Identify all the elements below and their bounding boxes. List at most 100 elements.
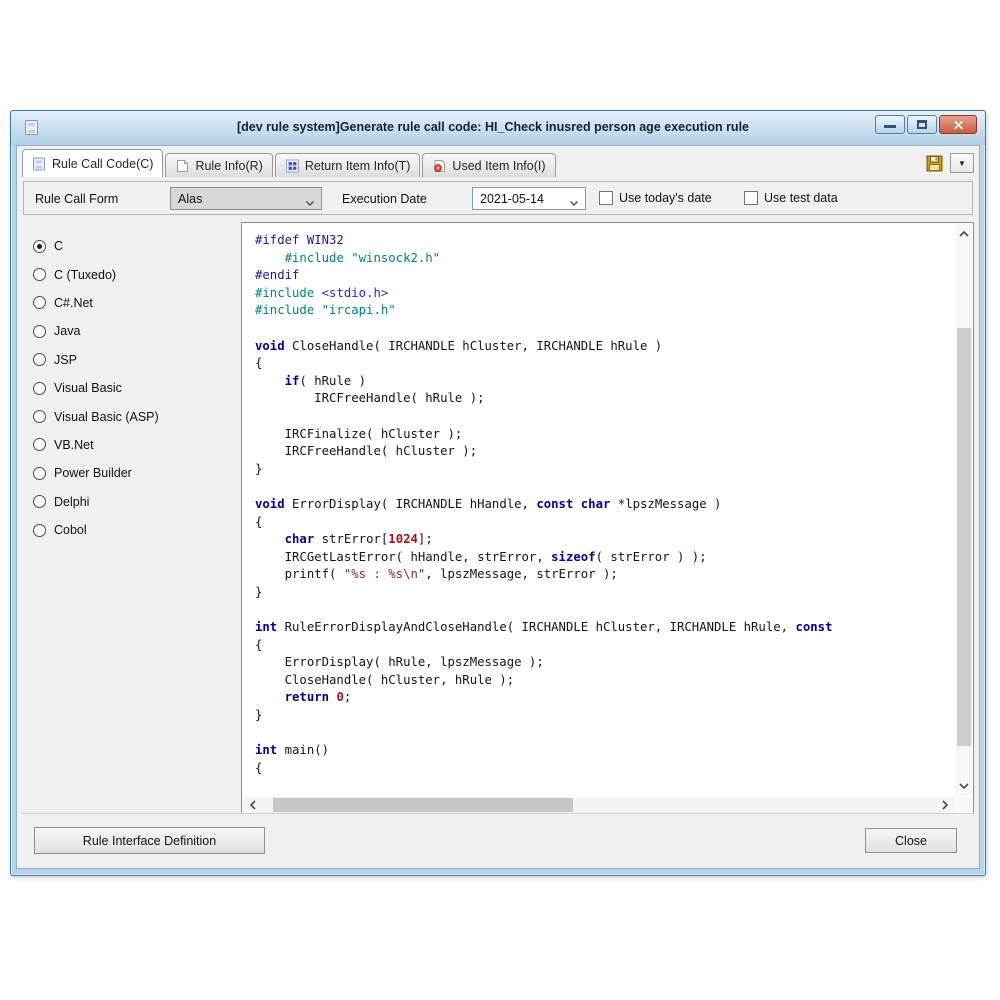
tab-label: Used Item Info(I) <box>452 159 545 173</box>
code-line: { <box>255 355 955 373</box>
tab-bar-right: ▼ <box>926 153 974 177</box>
language-option-power-builder[interactable]: Power Builder <box>33 459 240 487</box>
use-todays-date-label: Use today's date <box>619 191 712 205</box>
tab-return-item-info-t[interactable]: Return Item Info(T) <box>275 153 421 177</box>
document-icon <box>175 159 190 173</box>
code-document-icon <box>32 157 47 171</box>
radio-button[interactable] <box>33 325 46 338</box>
rule-call-form-label: Rule Call Form <box>35 192 118 206</box>
radio-button[interactable] <box>33 438 46 451</box>
language-option-c-net[interactable]: C#.Net <box>33 289 240 317</box>
save-button[interactable] <box>926 155 944 172</box>
language-option-delphi[interactable]: Delphi <box>33 488 240 516</box>
dialog-window: [dev rule system]Generate rule call code… <box>10 110 986 876</box>
use-test-data-label: Use test data <box>764 191 838 205</box>
maximize-icon <box>917 120 927 129</box>
toolbar: Rule Call Form Alas Execution Date 2021-… <box>23 181 973 215</box>
language-option-label: JSP <box>54 353 77 367</box>
code-line: #include "winsock2.h" <box>255 250 955 268</box>
tab-label: Rule Call Code(C) <box>52 157 153 171</box>
use-todays-date-checkbox[interactable] <box>599 191 613 205</box>
close-button[interactable] <box>939 115 977 134</box>
code-line: if( hRule ) <box>255 373 955 391</box>
code-line: #endif <box>255 267 955 285</box>
dropdown-arrow-icon: ▼ <box>958 159 966 168</box>
code-line: char strError[1024]; <box>255 531 955 549</box>
close-dialog-button[interactable]: Close <box>865 828 957 853</box>
code-line: ErrorDisplay( hRule, lpszMessage ); <box>255 654 955 672</box>
horizontal-scrollbar[interactable] <box>243 797 955 813</box>
tab-label: Rule Info(R) <box>195 159 262 173</box>
code-line: return 0; <box>255 689 955 707</box>
language-option-label: Visual Basic <box>54 381 122 395</box>
vertical-scrollbar[interactable] <box>956 224 972 796</box>
language-option-visual-basic-asp[interactable]: Visual Basic (ASP) <box>33 402 240 430</box>
language-list: C C (Tuxedo) C#.Net Java JSP Visual Basic Visu… <box>21 222 240 815</box>
minimize-button[interactable] <box>875 115 905 134</box>
radio-button[interactable] <box>33 495 46 508</box>
titlebar[interactable]: [dev rule system]Generate rule call code… <box>11 111 985 145</box>
blue-grid-icon <box>285 159 300 173</box>
code-line: void ErrorDisplay( IRCHANDLE hHandle, co… <box>255 496 955 514</box>
radio-button[interactable] <box>33 467 46 480</box>
scroll-up-icon[interactable] <box>956 226 972 242</box>
use-todays-date-checkbox-group: Use today's date <box>599 191 712 205</box>
code-line <box>255 478 955 496</box>
code-line: } <box>255 461 955 479</box>
language-option-visual-basic[interactable]: Visual Basic <box>33 374 240 402</box>
radio-button[interactable] <box>33 353 46 366</box>
code-line: int main() <box>255 742 955 760</box>
vertical-scrollbar-thumb[interactable] <box>957 328 971 746</box>
horizontal-scrollbar-thumb[interactable] <box>273 798 573 812</box>
code-line: printf( "%s : %s\n", lpszMessage, strErr… <box>255 566 955 584</box>
code-line: { <box>255 637 955 655</box>
language-option-label: Visual Basic (ASP) <box>54 410 159 424</box>
execution-date-select[interactable]: 2021-05-14 <box>472 187 586 210</box>
language-option-vb-net[interactable]: VB.Net <box>33 431 240 459</box>
client-area: Rule Call Code(C) Rule Info(R) Return Item… <box>16 145 980 869</box>
code-line <box>255 320 955 338</box>
radio-button[interactable] <box>33 382 46 395</box>
language-option-label: Delphi <box>54 495 89 509</box>
code-line: #include <stdio.h> <box>255 285 955 303</box>
save-dropdown-button[interactable]: ▼ <box>950 153 974 173</box>
red-dot-document-icon <box>432 159 447 173</box>
language-option-label: C#.Net <box>54 296 93 310</box>
code-line <box>255 601 955 619</box>
code-line <box>255 725 955 743</box>
code-line: int RuleErrorDisplayAndCloseHandle( IRCH… <box>255 619 955 637</box>
language-option-java[interactable]: Java <box>33 317 240 345</box>
tab-rule-info-r[interactable]: Rule Info(R) <box>165 153 272 177</box>
language-option-c-tuxedo[interactable]: C (Tuxedo) <box>33 260 240 288</box>
radio-button[interactable] <box>33 296 46 309</box>
use-test-data-checkbox[interactable] <box>744 191 758 205</box>
rule-interface-definition-button[interactable]: Rule Interface Definition <box>34 827 265 854</box>
language-option-jsp[interactable]: JSP <box>33 346 240 374</box>
rule-call-form-select[interactable]: Alas <box>170 187 322 210</box>
language-option-cobol[interactable]: Cobol <box>33 516 240 544</box>
code-content[interactable]: #ifdef WIN32 #include "winsock2.h"#endif… <box>242 223 955 796</box>
code-line: IRCFinalize( hCluster ); <box>255 426 955 444</box>
language-option-label: C <box>54 239 63 253</box>
code-line: { <box>255 760 955 778</box>
language-option-c[interactable]: C <box>33 232 240 260</box>
radio-button[interactable] <box>33 524 46 537</box>
radio-button[interactable] <box>33 240 46 253</box>
code-line: #include "ircapi.h" <box>255 302 955 320</box>
tab-used-item-info-i[interactable]: Used Item Info(I) <box>422 153 555 177</box>
scroll-left-icon[interactable] <box>245 797 261 813</box>
rule-call-form-value: Alas <box>178 192 202 206</box>
code-line: IRCFreeHandle( hCluster ); <box>255 443 955 461</box>
code-line <box>255 408 955 426</box>
tab-rule-call-code-c[interactable]: Rule Call Code(C) <box>22 149 163 177</box>
code-line: } <box>255 584 955 602</box>
code-line: void CloseHandle( IRCHANDLE hCluster, IR… <box>255 338 955 356</box>
code-line: IRCGetLastError( hHandle, strError, size… <box>255 549 955 567</box>
scroll-right-icon[interactable] <box>937 797 953 813</box>
scrollbar-corner <box>956 797 972 813</box>
radio-button[interactable] <box>33 410 46 423</box>
scroll-down-icon[interactable] <box>956 778 972 794</box>
window-app-icon <box>23 119 41 137</box>
maximize-button[interactable] <box>907 115 937 134</box>
radio-button[interactable] <box>33 268 46 281</box>
